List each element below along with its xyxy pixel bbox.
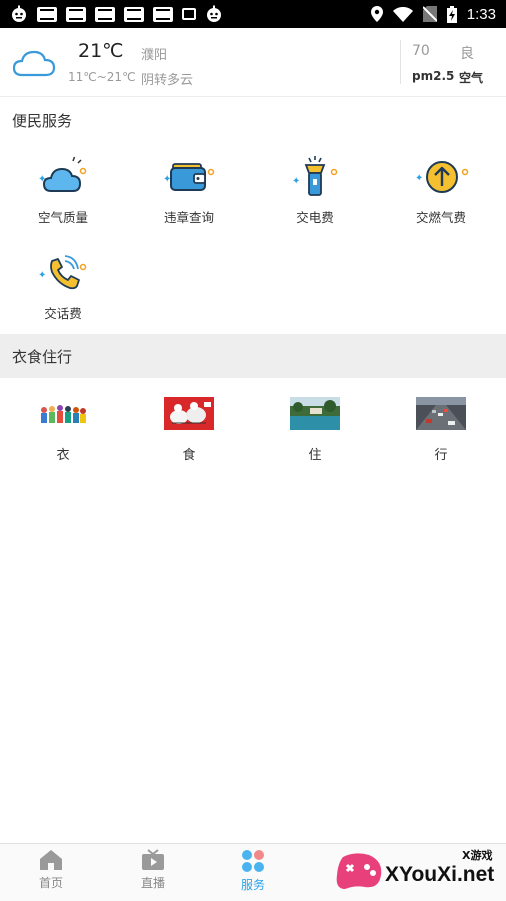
- service-electricity-bill[interactable]: ✦ 交电费: [252, 155, 378, 226]
- nav-label: 首页: [38, 876, 63, 890]
- services-icon: [242, 850, 264, 872]
- weather-condition: 阴转多云: [141, 73, 194, 88]
- food-image: [164, 397, 214, 430]
- aqi-value: 70: [412, 43, 430, 59]
- svg-text:✦: ✦: [292, 176, 300, 187]
- service-traffic-violation[interactable]: ✦ 违章查询: [126, 155, 252, 226]
- nav-tab-home[interactable]: 首页: [0, 844, 102, 901]
- wifi-icon: [392, 6, 413, 22]
- image-icon: [182, 8, 196, 20]
- phone-icon: ✦: [38, 255, 87, 290]
- clock: 1:33: [466, 5, 496, 23]
- notification-icons: [10, 5, 223, 23]
- life-label: 衣: [56, 448, 70, 463]
- arrow-up-circle-icon: ✦: [415, 161, 469, 193]
- service-label: 交电费: [296, 210, 334, 225]
- temperature-range: 11℃~21℃: [68, 70, 136, 84]
- nav-tab-live[interactable]: 直播: [102, 844, 204, 901]
- life-item-food[interactable]: 食: [126, 397, 252, 463]
- service-label: 空气质量: [37, 210, 88, 225]
- housing-image: [290, 397, 340, 430]
- toutiao-icon: [95, 6, 115, 22]
- status-bar: 1:33: [0, 0, 506, 28]
- svg-text:✦: ✦: [38, 270, 46, 281]
- life-item-housing[interactable]: 住: [252, 397, 378, 463]
- service-label: 交燃气费: [415, 210, 466, 225]
- location-icon: [370, 6, 383, 22]
- no-sim-icon: [422, 6, 437, 22]
- service-label: 交话费: [44, 306, 82, 321]
- svg-text:✦: ✦: [415, 173, 423, 184]
- watermark: X游戏 XYouXi.net: [333, 845, 506, 900]
- toutiao-icon: [124, 6, 144, 22]
- robot-icon: [12, 5, 26, 22]
- flashlight-icon: ✦: [292, 156, 338, 196]
- tv-icon: [142, 849, 164, 870]
- cloud-icon: [12, 50, 56, 77]
- clothing-image: [38, 397, 88, 430]
- cloud-icon: ✦: [38, 156, 87, 192]
- battery-charging-icon: [446, 5, 457, 23]
- toutiao-icon: [37, 6, 57, 22]
- nav-label: 服务: [240, 878, 265, 892]
- life-label: 住: [308, 448, 322, 463]
- service-label: 违章查询: [163, 210, 214, 225]
- home-icon: [40, 850, 62, 870]
- toutiao-icon: [66, 6, 86, 22]
- life-label: 食: [182, 448, 196, 463]
- divider: [400, 40, 401, 84]
- transport-image: [416, 397, 466, 430]
- weather-panel[interactable]: 21℃ 11℃~21℃ 濮阳 阴转多云 70 良 pm2.5 空气: [0, 28, 506, 97]
- service-gas-bill[interactable]: ✦ 交燃气费: [378, 155, 504, 226]
- service-phone-bill[interactable]: ✦ 交话费: [0, 251, 126, 322]
- robot-icon: [207, 5, 221, 22]
- service-air-quality[interactable]: ✦ 空气质量: [0, 155, 126, 226]
- section-title-life: 衣食住行: [12, 348, 73, 366]
- city-name: 濮阳: [141, 48, 168, 63]
- section-title-services: 便民服务: [12, 112, 73, 130]
- nav-tab-services[interactable]: 服务: [202, 844, 304, 901]
- toutiao-icon: [153, 6, 173, 22]
- wallet-icon: ✦: [163, 163, 215, 191]
- life-item-clothing[interactable]: 衣: [0, 397, 126, 463]
- life-item-transport[interactable]: 行: [378, 397, 504, 463]
- watermark-small-text: X游戏: [462, 849, 493, 862]
- temperature: 21℃: [78, 40, 124, 62]
- section-header-life: 衣食住行: [0, 334, 506, 378]
- air-label: 空气: [459, 71, 484, 85]
- life-label: 行: [434, 448, 448, 463]
- gamepad-logo-icon: [336, 853, 382, 889]
- aqi-level: 良: [460, 46, 474, 62]
- watermark-text: XYouXi.net: [385, 863, 495, 886]
- pm25-label: pm2.5: [412, 69, 455, 83]
- nav-label: 直播: [140, 876, 165, 890]
